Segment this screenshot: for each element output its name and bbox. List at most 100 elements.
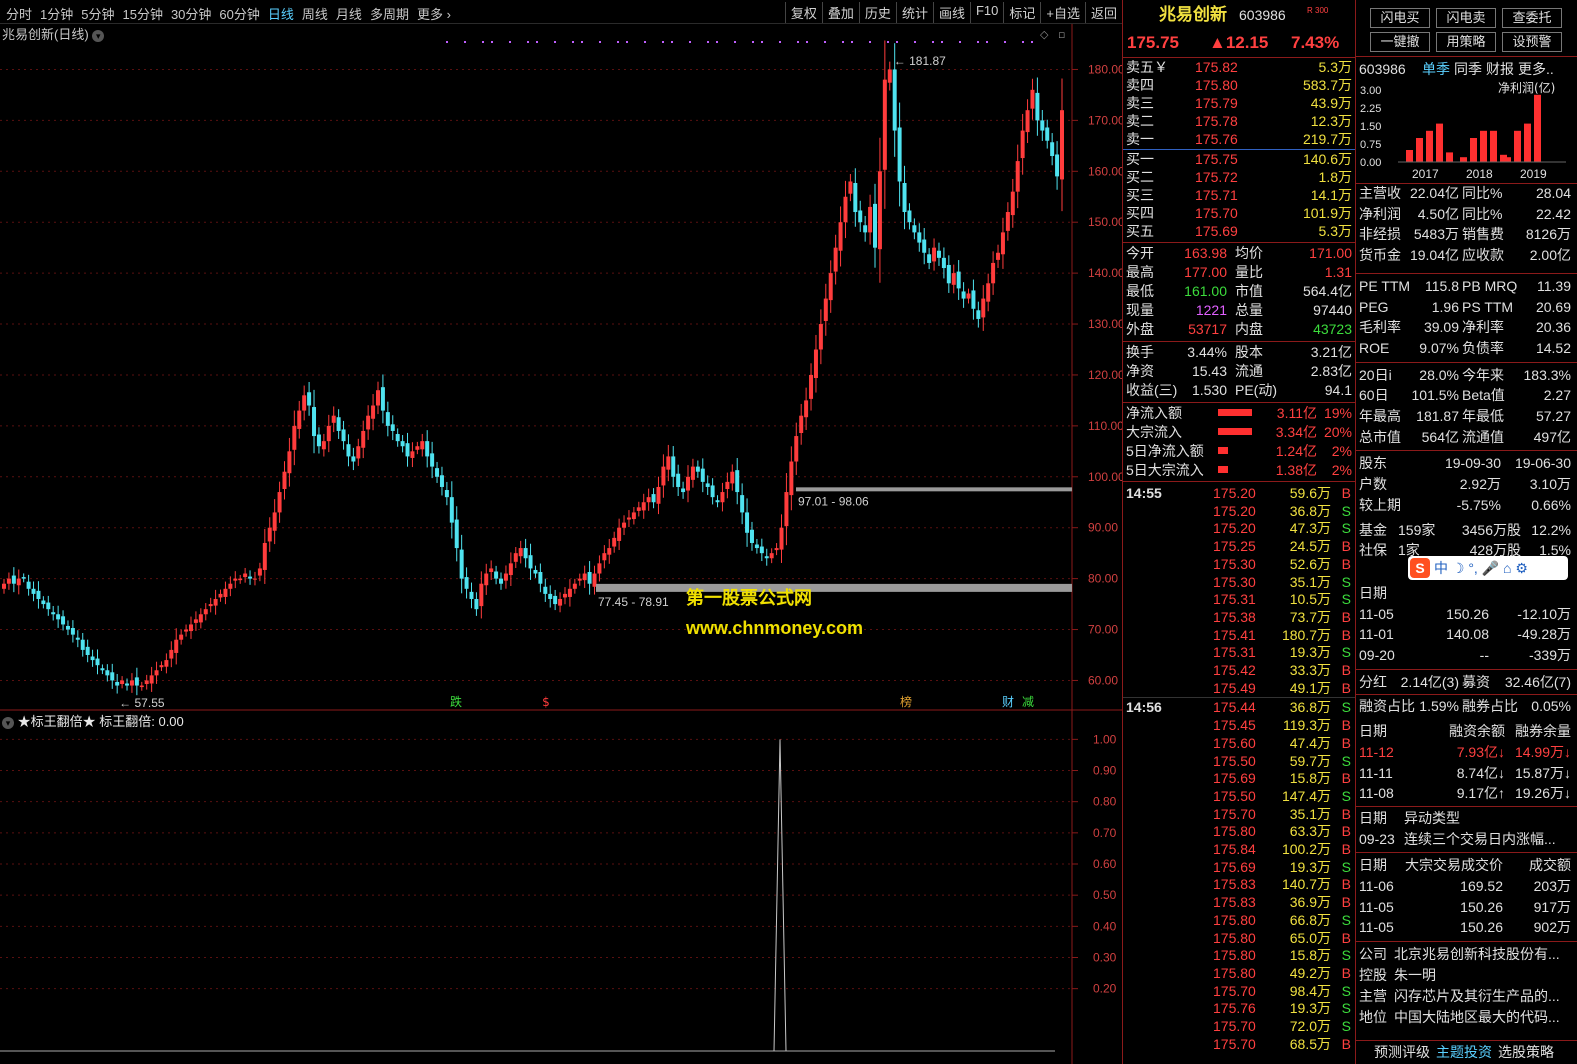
tick-side: S (1341, 787, 1351, 804)
candle-body (385, 412, 390, 426)
tool-button[interactable]: 历史 (858, 2, 896, 23)
stat-value: 97440 (1313, 302, 1352, 318)
f10-tab[interactable]: 单季 (1422, 60, 1450, 78)
tool-button[interactable]: F10 (969, 2, 1003, 23)
period-tab[interactable]: 15分钟 (118, 4, 166, 23)
ask-row[interactable]: 卖四 175.80 583.7万 (1123, 76, 1355, 94)
stat-value: 3.44% (1187, 344, 1227, 360)
candle-body (272, 512, 277, 531)
bottom-tab[interactable]: 主题投资 (1436, 1041, 1492, 1063)
ask-row[interactable]: 卖二 175.78 12.3万 (1123, 112, 1355, 130)
tool-button[interactable]: 标记 (1003, 2, 1040, 23)
profit-y-tick: 3.00 (1360, 85, 1381, 97)
tick-side: S (1341, 947, 1351, 964)
period-tab[interactable]: 多周期 (366, 4, 413, 23)
f10-value: 150.26 (1446, 605, 1489, 622)
stat-row: 收益(三) 1.530 PE(动) 94.1 (1123, 381, 1355, 399)
candle-body (848, 181, 853, 194)
candle-body (946, 264, 951, 284)
tool-button[interactable]: 返回 (1084, 2, 1122, 23)
f10-label: 地位 (1359, 1009, 1387, 1026)
stat-label: 量比 (1235, 264, 1263, 280)
signal-dot (572, 41, 574, 43)
profit-bar (1416, 138, 1423, 162)
trade-button[interactable]: 查委托 (1502, 8, 1562, 28)
tick-volume: 47.4万 (1289, 734, 1331, 751)
y-tick-label: 60.00 (1088, 673, 1118, 687)
period-tab[interactable]: 分时 (2, 4, 36, 23)
stat-row: 净资 15.43 流通 2.83亿 (1123, 362, 1355, 380)
period-tab[interactable]: 日线 (264, 4, 298, 23)
bid-row[interactable]: 买一 175.75 140.6万 (1123, 150, 1355, 168)
stat-value: 1.530 (1191, 382, 1227, 398)
f10-tab[interactable]: 财报 (1486, 60, 1514, 78)
tick-row: 175.31 19.3万 S (1123, 643, 1355, 661)
bid-price: 175.72 (1195, 169, 1238, 185)
trade-button[interactable]: 闪电卖 (1436, 8, 1496, 28)
tick-volume: 65.0万 (1289, 929, 1331, 946)
candle-body (1000, 232, 1005, 255)
f10-row: 20日i 28.0% 今年来 183.3% (1356, 366, 1577, 384)
tool-button[interactable]: 复权 (784, 2, 822, 23)
bottom-tab[interactable]: 选股策略 (1498, 1041, 1554, 1063)
zone-label: 77.45 - 78.91 (598, 595, 669, 609)
tool-button[interactable]: 画线 (932, 2, 970, 23)
diamond-icon[interactable]: ◇ (1040, 28, 1049, 41)
period-tab[interactable]: 周线 (298, 4, 332, 23)
f10-label: 公司 (1359, 946, 1387, 963)
bid-row[interactable]: 买五 175.69 5.3万 (1123, 222, 1355, 240)
profit-bar (1426, 130, 1433, 162)
tool-button[interactable]: +自选 (1040, 2, 1085, 23)
period-tab[interactable]: 月线 (332, 4, 366, 23)
tool-button[interactable]: 叠加 (821, 2, 859, 23)
f10-label: PB MRQ (1462, 277, 1518, 294)
ime-toolbar[interactable]: S中 ☽ °, 🎤 ⌂ ⚙ (1408, 555, 1568, 580)
trade-button[interactable]: 用策略 (1436, 32, 1496, 52)
tick-row: 175.49 49.1万 B (1123, 679, 1355, 697)
event-mark[interactable]: 跌 (450, 694, 462, 709)
ask-row[interactable]: 卖五￥ 175.82 5.3万 (1123, 58, 1355, 76)
period-tab[interactable]: 5分钟 (77, 4, 118, 23)
ask-row[interactable]: 卖一 175.76 219.7万 (1123, 130, 1355, 148)
period-tab[interactable]: 1分钟 (36, 4, 77, 23)
square-icon[interactable]: ▫ (1058, 28, 1065, 41)
tick-volume: 35.1万 (1289, 573, 1331, 590)
candle-body (543, 586, 548, 594)
f10-tab[interactable]: 更多.. (1518, 60, 1554, 78)
indicator-title: ▾ ★标王翻倍★ 标王翻倍: 0.00 (2, 711, 184, 730)
f10-label: 日期 (1359, 584, 1387, 601)
event-mark[interactable]: 财 (1002, 695, 1014, 709)
f10-tab[interactable]: 同季 (1454, 60, 1482, 78)
event-mark[interactable]: 减 (1022, 695, 1034, 709)
candle-body (577, 578, 582, 581)
signal-dot (779, 41, 781, 43)
trade-button[interactable]: 设预警 (1502, 32, 1562, 52)
candle-body (966, 293, 971, 299)
bid-price: 175.75 (1195, 151, 1238, 167)
f10-row: 货币金 19.04亿 应收款 2.00亿 (1356, 246, 1577, 264)
tick-volume: 52.6万 (1289, 555, 1331, 572)
company-row: 控股 朱一明 (1356, 966, 1577, 984)
tool-button[interactable]: 统计 (895, 2, 933, 23)
bid-row[interactable]: 买三 175.71 14.1万 (1123, 186, 1355, 204)
bid-row[interactable]: 买二 175.72 1.8万 (1123, 168, 1355, 186)
tick-volume: 15.8万 (1289, 947, 1331, 964)
tick-volume: 72.0万 (1289, 1018, 1331, 1034)
event-mark[interactable]: 榜 (900, 694, 912, 709)
event-mark[interactable]: $ (542, 695, 550, 709)
tick-price: 175.80 (1213, 964, 1256, 981)
trade-button[interactable]: 一键撤 (1370, 32, 1430, 52)
bottom-tab[interactable]: 预测评级 (1374, 1041, 1430, 1063)
chart-canvas[interactable]: 180.00 170.00 160.00 150.00 140.00 130.00 120.… (0, 24, 1122, 1064)
chevron-down-icon[interactable]: ▾ (2, 716, 14, 729)
trade-button[interactable]: 闪电买 (1370, 8, 1430, 28)
tick-price: 175.50 (1213, 787, 1256, 804)
divider (1356, 852, 1577, 854)
tick-side: B (1341, 841, 1351, 857)
price-row: 09-20 -- -339万 (1356, 646, 1577, 664)
period-tab[interactable]: 更多 › (413, 4, 455, 23)
period-tab[interactable]: 60分钟 (215, 4, 263, 23)
ask-row[interactable]: 卖三 175.79 43.9万 (1123, 94, 1355, 112)
bid-row[interactable]: 买四 175.70 101.9万 (1123, 204, 1355, 222)
period-tab[interactable]: 30分钟 (167, 4, 215, 23)
